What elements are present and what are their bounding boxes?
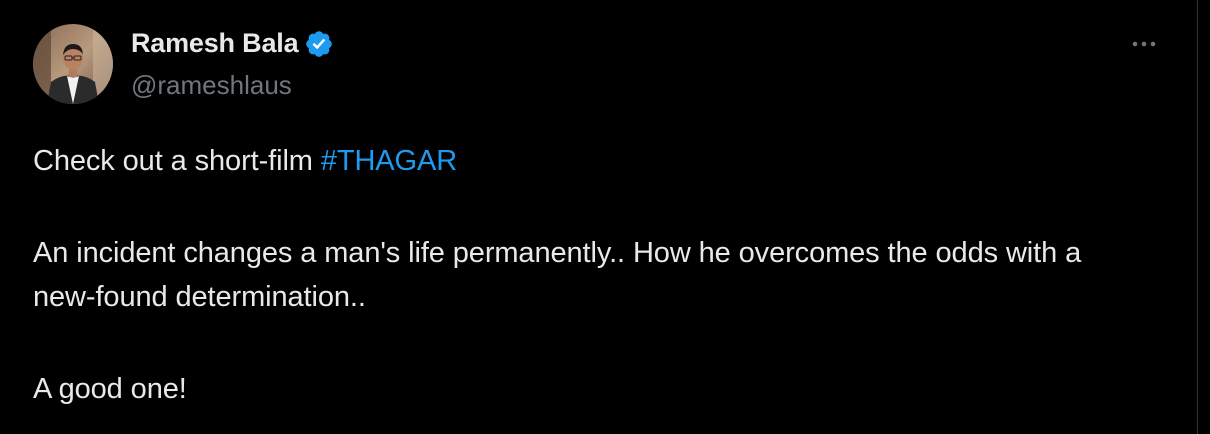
tweet-line-1-text: Check out a short-film <box>33 145 321 177</box>
tweet-text: Check out a short-film #THAGAR An incide… <box>33 139 1143 411</box>
tweet-paragraph-2: An incident changes a man's life permane… <box>33 237 1082 313</box>
author-handle[interactable]: @rameshlaus <box>131 70 292 101</box>
verified-badge-icon <box>306 30 333 57</box>
author-display-name[interactable]: Ramesh Bala <box>131 28 299 59</box>
more-options-button[interactable] <box>1126 32 1162 56</box>
author-name-row[interactable]: Ramesh Bala <box>131 28 334 59</box>
more-options-icon <box>1132 41 1156 47</box>
hashtag-link[interactable]: #THAGAR <box>321 145 457 177</box>
avatar[interactable] <box>33 24 113 104</box>
tweet[interactable]: Ramesh Bala @rameshlaus Check out a shor… <box>0 0 1198 434</box>
tweet-line-1: Check out a short-film #THAGAR <box>33 139 1143 183</box>
tweet-paragraph-3: A good one! <box>33 373 187 405</box>
avatar-image <box>33 24 113 104</box>
